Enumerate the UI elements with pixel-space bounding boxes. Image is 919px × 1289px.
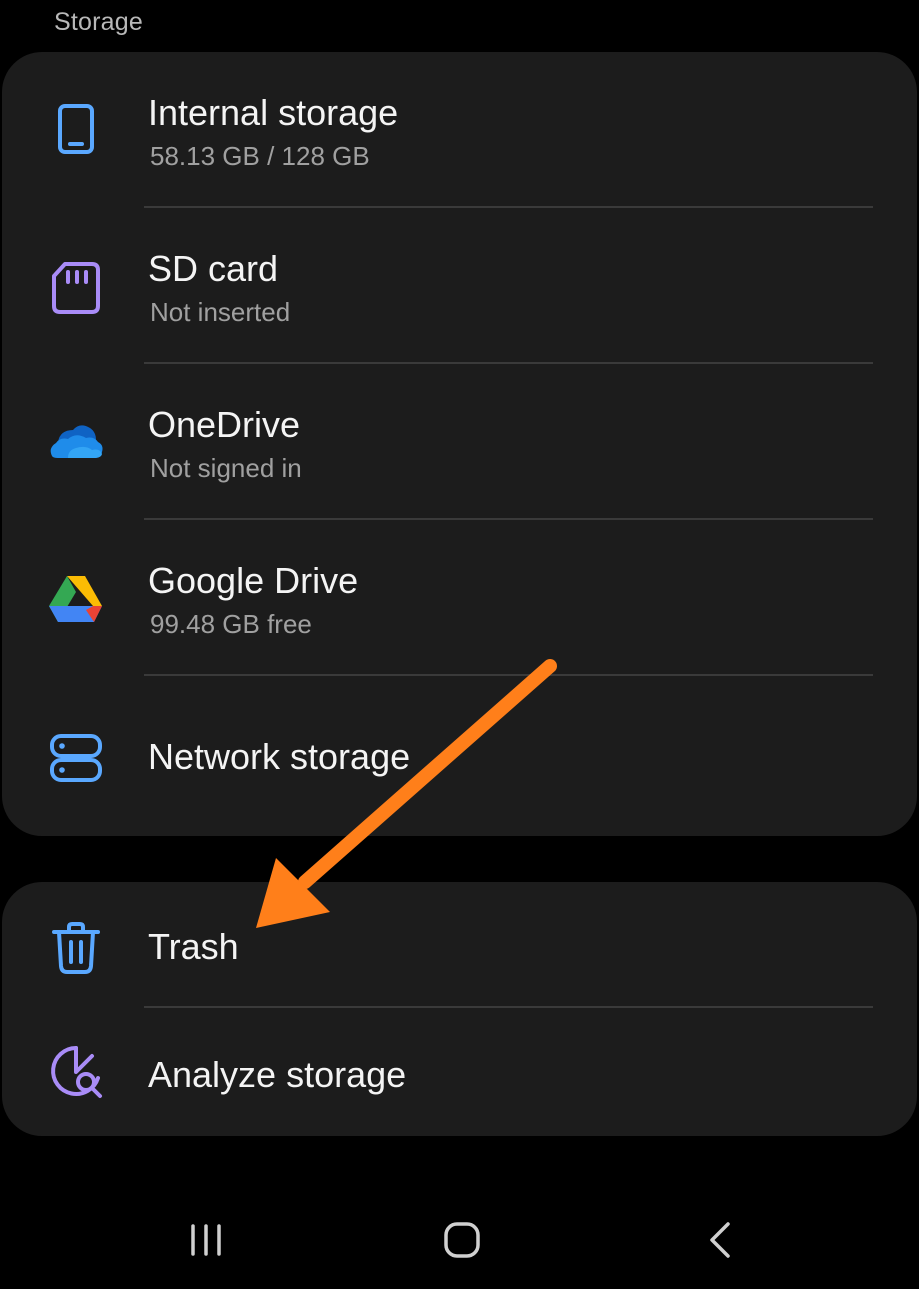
item-title: Trash [148, 926, 239, 967]
network-storage-icon [46, 728, 106, 788]
section-title-storage: Storage [54, 8, 143, 36]
phone-icon [46, 100, 106, 160]
onedrive-item[interactable]: OneDrive Not signed in [2, 364, 917, 520]
item-title: OneDrive [148, 404, 301, 445]
item-subtitle: Not inserted [150, 297, 291, 327]
internal-storage-item[interactable]: Internal storage 58.13 GB / 128 GB [2, 52, 917, 208]
item-title: Internal storage [148, 92, 399, 133]
back-icon[interactable] [692, 1210, 752, 1270]
item-subtitle: 58.13 GB / 128 GB [150, 141, 370, 171]
home-icon[interactable] [432, 1210, 492, 1270]
storage-locations-card: Internal storage 58.13 GB / 128 GB SD ca… [2, 52, 917, 836]
trash-item[interactable]: Trash [2, 882, 917, 1008]
sd-card-item[interactable]: SD card Not inserted [2, 208, 917, 364]
item-title: Network storage [148, 736, 411, 777]
analyze-storage-item[interactable]: Analyze storage [2, 1008, 917, 1136]
onedrive-icon [46, 412, 106, 472]
recent-apps-icon[interactable] [176, 1210, 236, 1270]
item-title: SD card [148, 248, 279, 289]
item-subtitle: 99.48 GB free [150, 609, 312, 639]
storage-tools-card: Trash Analyze storage [2, 882, 917, 1136]
item-subtitle: Not signed in [150, 453, 302, 483]
google-drive-item[interactable]: Google Drive 99.48 GB free [2, 520, 917, 676]
navigation-bar [0, 1190, 919, 1289]
item-title: Analyze storage [148, 1054, 407, 1095]
analyze-storage-icon [46, 1042, 106, 1102]
google-drive-icon [46, 570, 106, 630]
trash-icon [46, 918, 106, 978]
item-title: Google Drive [148, 560, 359, 601]
network-storage-item[interactable]: Network storage [2, 676, 917, 836]
sd-card-icon [46, 258, 106, 318]
